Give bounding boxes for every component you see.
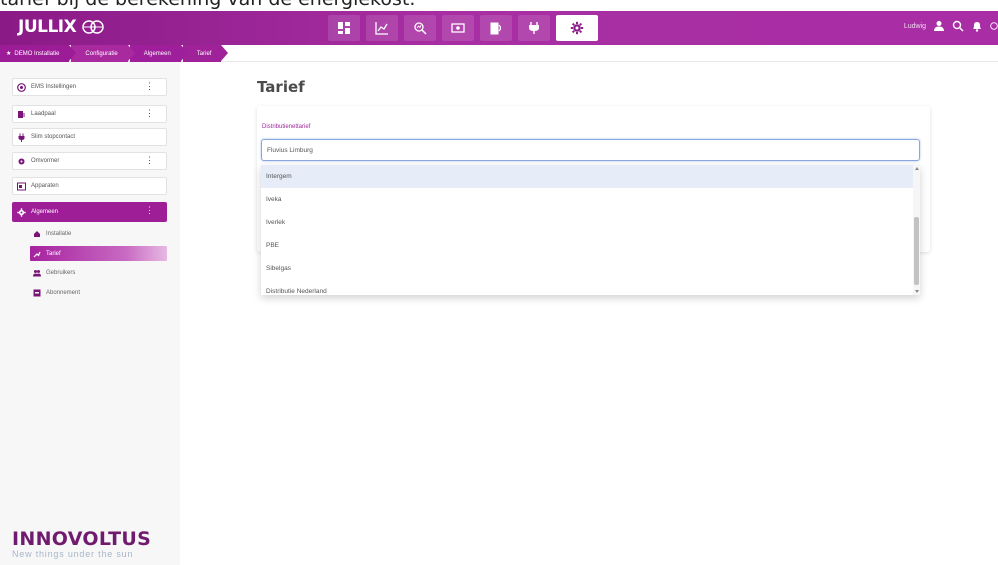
sidebar-sub-item-label: Gebruikers xyxy=(46,269,76,276)
sidebar-sub-item-abonnement[interactable]: Abonnement xyxy=(30,285,167,300)
help-icon[interactable] xyxy=(990,20,998,32)
nav-money-icon[interactable] xyxy=(442,15,474,41)
devices-icon xyxy=(17,182,26,191)
header-user-area: Ludwig xyxy=(904,20,998,32)
breadcrumb: ★ DEMO Installatie Configuratie Algemeen… xyxy=(0,45,998,62)
company-branding: INNOVOLTUS New things under the sun xyxy=(12,528,151,559)
ems-icon xyxy=(17,82,26,92)
sidebar-item-label: Omvormer xyxy=(31,158,60,164)
kebab-menu-icon[interactable]: ⋮ xyxy=(145,109,154,118)
home-icon: ★ xyxy=(6,51,12,57)
breadcrumb-label: DEMO Installatie xyxy=(14,50,60,57)
kebab-menu-icon[interactable]: ⋮ xyxy=(145,82,154,91)
subscription-icon xyxy=(33,289,41,297)
breadcrumb-tarief[interactable]: Tarief xyxy=(182,45,229,62)
distribution-tariff-label: Distributienettarief xyxy=(262,124,311,130)
sidebar-sub-item-label: Tarief xyxy=(46,250,61,257)
search-icon[interactable] xyxy=(952,20,964,32)
kebab-menu-icon[interactable]: ⋮ xyxy=(145,156,154,165)
installation-icon xyxy=(33,230,41,238)
scroll-up-icon[interactable] xyxy=(915,167,919,170)
nav-gear-icon[interactable] xyxy=(556,15,598,41)
nav-plug-icon[interactable] xyxy=(518,15,550,41)
breadcrumb-algemeen[interactable]: Algemeen xyxy=(129,45,188,62)
app-header: JULLIX Ludwig xyxy=(0,11,998,45)
sidebar-sub-item-label: Abonnement xyxy=(46,289,81,296)
inverter-icon xyxy=(17,157,26,166)
sidebar-item-label: EMS Instellingen xyxy=(31,84,77,90)
distribution-tariff-input[interactable] xyxy=(261,139,920,161)
sidebar-item-algemeen[interactable]: Algemeen ⋮ xyxy=(12,202,167,222)
dropdown-option[interactable]: PBE xyxy=(261,234,920,257)
page-title: Tarief xyxy=(257,78,305,96)
user-icon[interactable] xyxy=(933,20,945,32)
dropdown-option[interactable]: Iveka xyxy=(261,188,920,211)
socket-icon xyxy=(17,133,26,142)
user-name[interactable]: Ludwig xyxy=(904,23,926,30)
company-tagline: New things under the sun xyxy=(12,549,134,559)
scrollbar-thumb[interactable] xyxy=(914,217,919,285)
logo-text: JULLIX xyxy=(18,17,77,37)
breadcrumb-label: Algemeen xyxy=(143,50,171,57)
sidebar-sub-item-installatie[interactable]: Installatie xyxy=(30,226,167,241)
sidebar-item-omvormer[interactable]: Omvormer ⋮ xyxy=(12,152,167,170)
nav-battery-icon[interactable] xyxy=(480,15,512,41)
sidebar-item-label: Algemeen xyxy=(31,209,59,215)
sidebar-item-label: Laadpaal xyxy=(31,111,56,117)
main-nav xyxy=(328,15,598,41)
sidebar-item-slim-stopcontact[interactable]: Slim stopcontact xyxy=(12,128,167,146)
sidebar: EMS Instellingen ⋮ Laadpaal ⋮ Slim stopc… xyxy=(0,62,180,565)
app-logo[interactable]: JULLIX xyxy=(18,15,106,39)
charger-icon xyxy=(17,110,26,119)
logo-mark-icon xyxy=(82,20,104,34)
page-caption: tarief bij de berekening van de energiek… xyxy=(0,0,998,10)
sidebar-sub-item-gebruikers[interactable]: Gebruikers xyxy=(30,265,167,280)
sidebar-sub-item-label: Installatie xyxy=(46,230,72,237)
gear-icon xyxy=(17,207,26,217)
breadcrumb-label: Tarief xyxy=(196,50,212,57)
tariff-icon xyxy=(33,250,41,258)
company-logo-text: INNOVOLTUS xyxy=(12,528,152,550)
sidebar-item-ems[interactable]: EMS Instellingen ⋮ xyxy=(12,78,167,96)
bell-icon[interactable] xyxy=(971,20,983,32)
users-icon xyxy=(33,269,41,277)
kebab-menu-icon[interactable]: ⋮ xyxy=(145,206,154,215)
dropdown-scrollbar[interactable] xyxy=(913,165,920,295)
sidebar-item-label: Slim stopcontact xyxy=(31,134,76,140)
nav-dashboard-icon[interactable] xyxy=(328,15,360,41)
nav-analytics-icon[interactable] xyxy=(404,15,436,41)
dropdown-option[interactable]: Iverlek xyxy=(261,211,920,234)
dropdown-option[interactable]: Sibelgas xyxy=(261,257,920,280)
breadcrumb-configuratie[interactable]: Configuratie xyxy=(71,45,136,62)
distribution-tariff-dropdown: Intergem Iveka Iverlek PBE Sibelgas Dist… xyxy=(261,165,920,295)
scroll-down-icon[interactable] xyxy=(915,290,919,293)
sidebar-item-label: Apparaten xyxy=(31,183,59,189)
dropdown-option[interactable]: Intergem xyxy=(261,165,920,188)
sidebar-item-laadpaal[interactable]: Laadpaal ⋮ xyxy=(12,105,167,123)
sidebar-item-apparaten[interactable]: Apparaten xyxy=(12,177,167,195)
breadcrumb-label: Configuratie xyxy=(85,50,118,57)
nav-chart-icon[interactable] xyxy=(366,15,398,41)
dropdown-option[interactable]: Distributie Nederland xyxy=(261,280,920,295)
sidebar-sub-item-tarief[interactable]: Tarief xyxy=(30,246,167,261)
breadcrumb-installation[interactable]: ★ DEMO Installatie xyxy=(0,45,77,62)
